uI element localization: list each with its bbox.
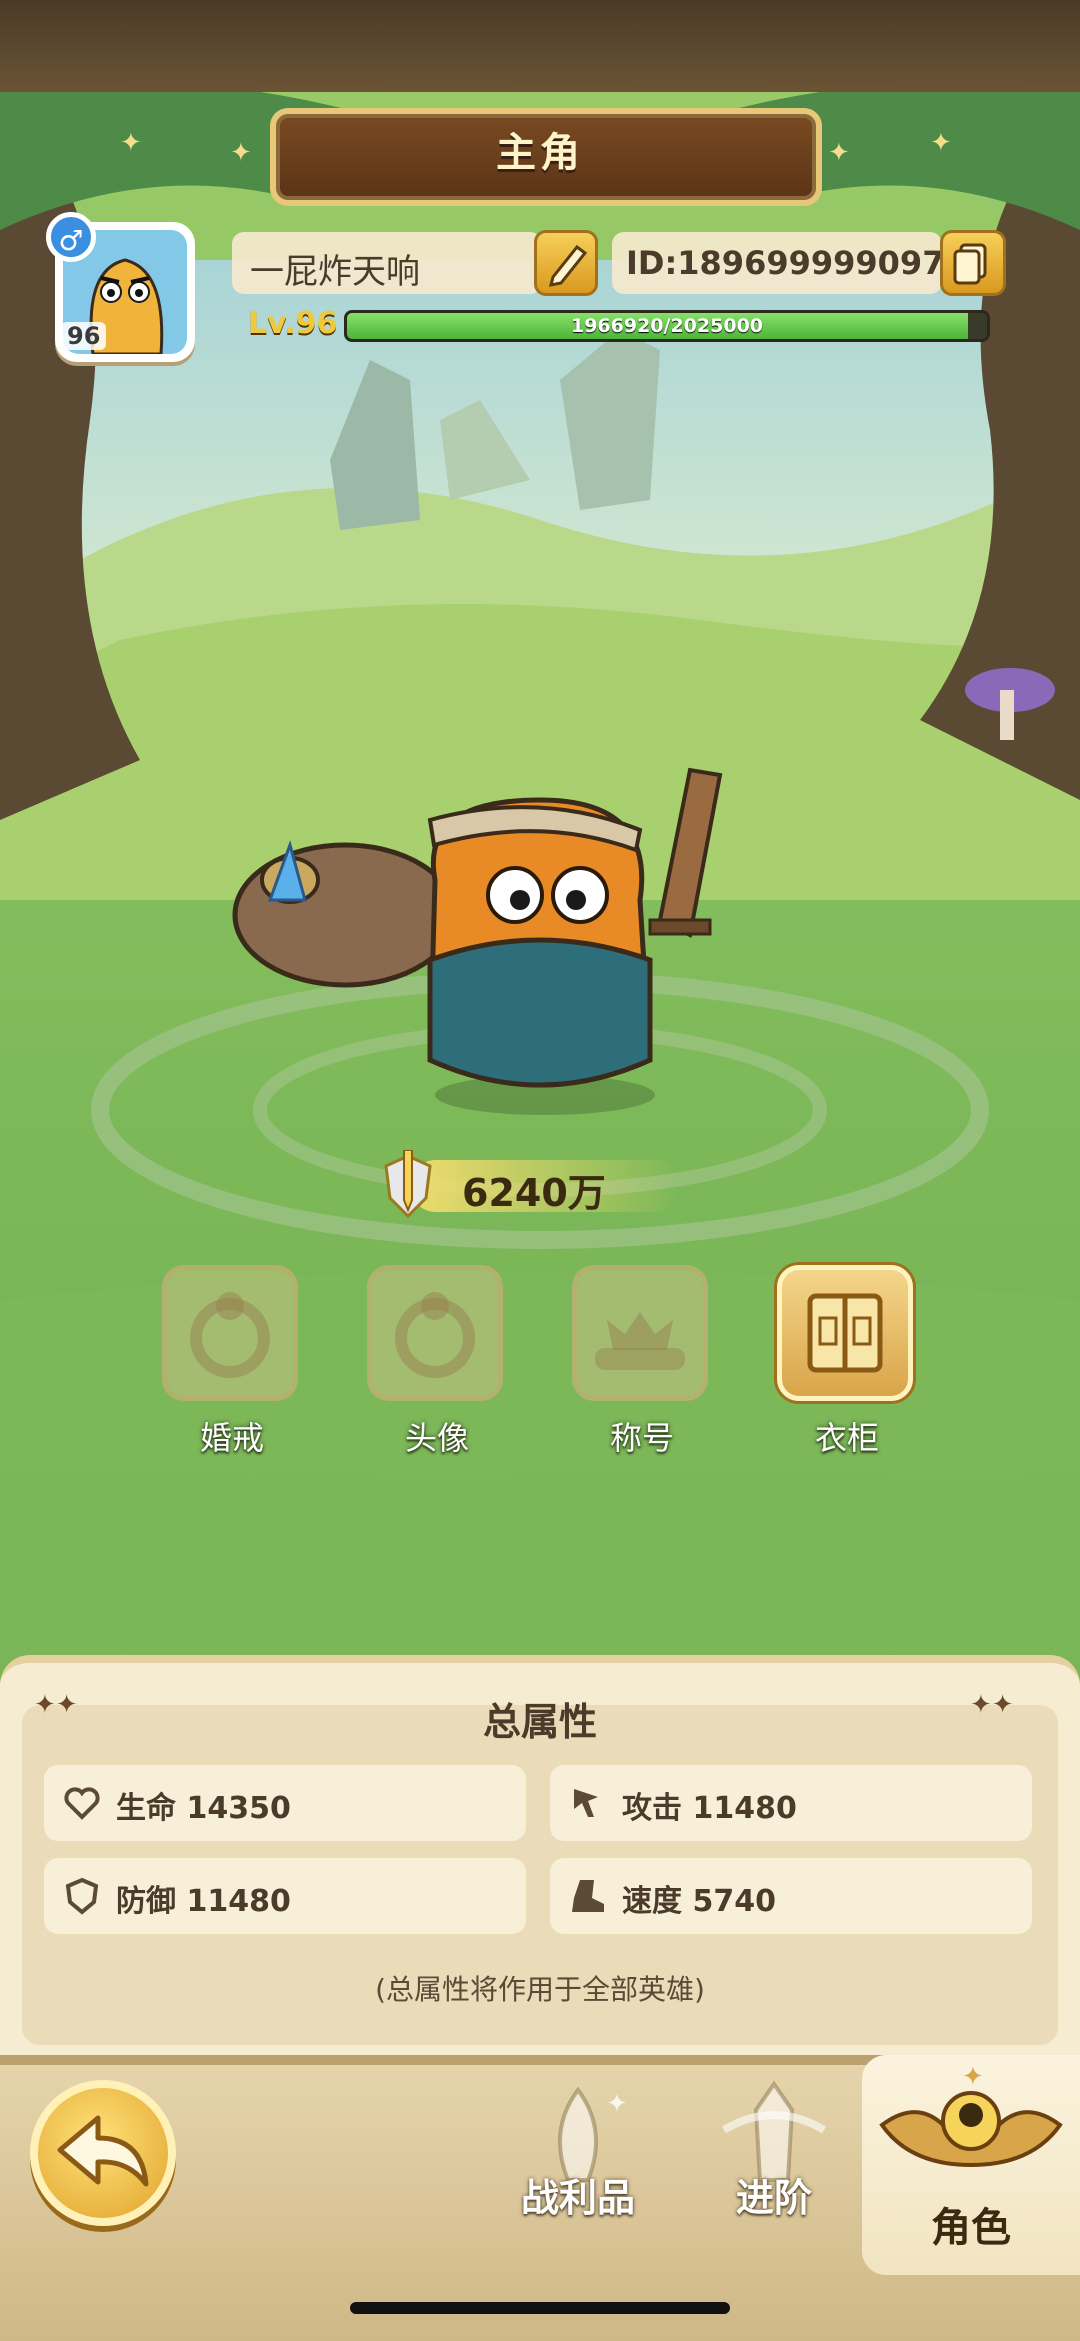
crown-icon <box>572 1265 708 1401</box>
player-id: ID:1896999990970 <box>626 244 967 282</box>
pencil-icon <box>548 244 588 287</box>
attributes-title: 总属性 <box>482 1700 597 1744</box>
role-icon: ✦ <box>879 2062 1063 2168</box>
wardrobe-label: 衣柜 <box>814 1419 879 1457</box>
attributes-note: (总属性将作用于全部英雄) <box>375 1973 705 2006</box>
title-banner: 主角 <box>250 102 830 206</box>
player-name-field: 一屁炸天响 <box>232 232 542 294</box>
boot-icon <box>572 1880 604 1912</box>
nav-loot-label: 战利品 <box>520 2176 635 2220</box>
player-id-field: ID:1896999990970 <box>612 232 967 294</box>
sword-shield-icon <box>384 1150 432 1219</box>
avatar-level: 96 <box>61 322 107 350</box>
edit-name-button[interactable] <box>534 230 598 296</box>
sparkle-icon: ✦ <box>230 138 252 168</box>
page-title: 主角 <box>496 130 584 176</box>
stat-hp: 生命 14350 <box>44 1765 526 1841</box>
nav-advance[interactable]: 进阶 <box>684 2070 864 2250</box>
svg-text:✦: ✦ <box>962 2062 984 2092</box>
ring-icon <box>367 1265 503 1401</box>
stat-attack-text: 攻击 11480 <box>622 1791 797 1826</box>
sparkle-icon: ✦✦ <box>34 1690 78 1720</box>
avatar-button[interactable]: 头像 <box>367 1265 507 1459</box>
combat-power: 6240万 <box>370 1150 700 1220</box>
sparkle-icon: ✦ <box>930 128 952 158</box>
wedding-ring-label: 婚戒 <box>199 1419 264 1457</box>
avatar-label: 头像 <box>404 1419 469 1457</box>
back-button[interactable] <box>30 2080 176 2226</box>
male-icon: ♂ <box>46 212 96 262</box>
home-indicator <box>350 2302 730 2314</box>
nav-role-label: 角色 <box>931 2205 1011 2251</box>
title-label: 称号 <box>609 1419 674 1457</box>
svg-text:✦: ✦ <box>606 2089 628 2119</box>
copy-icon <box>953 243 987 285</box>
stat-attack: 攻击 11480 <box>550 1765 1032 1841</box>
heart-icon <box>64 1787 100 1820</box>
copy-id-button[interactable] <box>940 230 1006 296</box>
nav-advance-label: 进阶 <box>735 2176 812 2220</box>
attack-icon <box>574 1789 598 1817</box>
wedding-ring-button[interactable]: 婚戒 <box>162 1265 302 1459</box>
back-arrow-icon <box>57 2115 149 2187</box>
combat-power-value: 6240万 <box>462 1171 606 1215</box>
wardrobe-icon <box>777 1265 913 1401</box>
stat-hp-text: 生命 14350 <box>116 1791 291 1826</box>
nav-loot[interactable]: ✦ 战利品 <box>488 2070 668 2250</box>
top-frame <box>0 0 1080 92</box>
sparkle-icon: ✦ <box>828 138 850 168</box>
ring-icon <box>162 1265 298 1401</box>
nav-role[interactable]: ✦ 角色 <box>862 2055 1080 2275</box>
stat-speed-text: 速度 5740 <box>622 1884 776 1919</box>
sparkle-icon: ✦✦ <box>970 1690 1014 1720</box>
stat-speed: 速度 5740 <box>550 1858 1032 1934</box>
wardrobe-button[interactable]: 衣柜 <box>777 1265 917 1459</box>
player-level: Lv.96 <box>248 306 338 341</box>
xp-text: 1966920/2025000 <box>570 315 764 337</box>
sparkle-icon: ✦ <box>120 128 142 158</box>
stat-defense-text: 防御 11480 <box>116 1884 291 1919</box>
player-name: 一屁炸天响 <box>250 252 420 292</box>
title-button[interactable]: 称号 <box>572 1265 712 1459</box>
shield-icon <box>65 1877 99 1915</box>
stat-defense: 防御 11480 <box>44 1858 526 1934</box>
xp-bar: 1966920/2025000 <box>344 310 990 342</box>
